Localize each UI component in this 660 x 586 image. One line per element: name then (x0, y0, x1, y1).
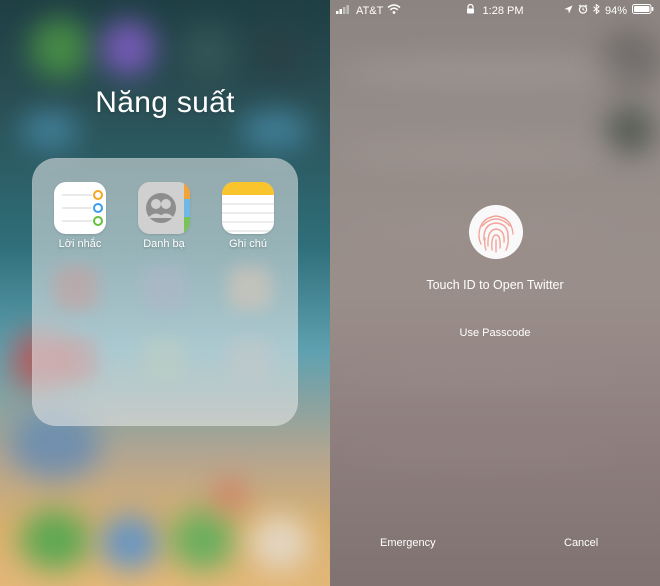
use-passcode-button[interactable]: Use Passcode (330, 327, 660, 339)
battery-percentage: 94% (604, 4, 627, 17)
bluetooth-icon (593, 3, 600, 17)
app-label: Ghi chú (229, 238, 267, 250)
status-time: 1:28 PM (482, 5, 524, 17)
lock-icon (466, 3, 478, 17)
contacts-icon (138, 182, 190, 234)
folder-title: Năng suất (95, 86, 235, 119)
location-arrow-icon (564, 5, 573, 17)
app-notes[interactable]: Ghi chú (216, 182, 280, 250)
battery-icon (632, 4, 654, 17)
emergency-button[interactable]: Emergency (380, 537, 436, 549)
touch-id-label: Touch ID to Open Twitter (426, 278, 564, 292)
notes-icon (222, 182, 274, 234)
status-right: 94% (564, 3, 654, 17)
touch-id-panel: AT&T 1:28 PM 94% Touch ID to Open Twitte… (330, 0, 660, 586)
alarm-icon (578, 4, 588, 17)
reminders-icon (54, 182, 106, 234)
app-label: Danh bạ (143, 238, 185, 250)
cancel-button[interactable]: Cancel (564, 537, 598, 549)
folder-container: Lời nhắc Danh bạ Ghi chú (32, 158, 298, 426)
blurred-background (330, 0, 660, 586)
home-screen-folder-panel: Năng suất Lời nhắc Danh bạ Ghi chú (0, 0, 330, 586)
app-contacts[interactable]: Danh bạ (132, 182, 196, 250)
app-label: Lời nhắc (58, 238, 102, 250)
status-bar: AT&T 1:28 PM 94% (330, 0, 660, 22)
fingerprint-icon[interactable] (468, 204, 524, 260)
app-reminders[interactable]: Lời nhắc (48, 182, 112, 250)
